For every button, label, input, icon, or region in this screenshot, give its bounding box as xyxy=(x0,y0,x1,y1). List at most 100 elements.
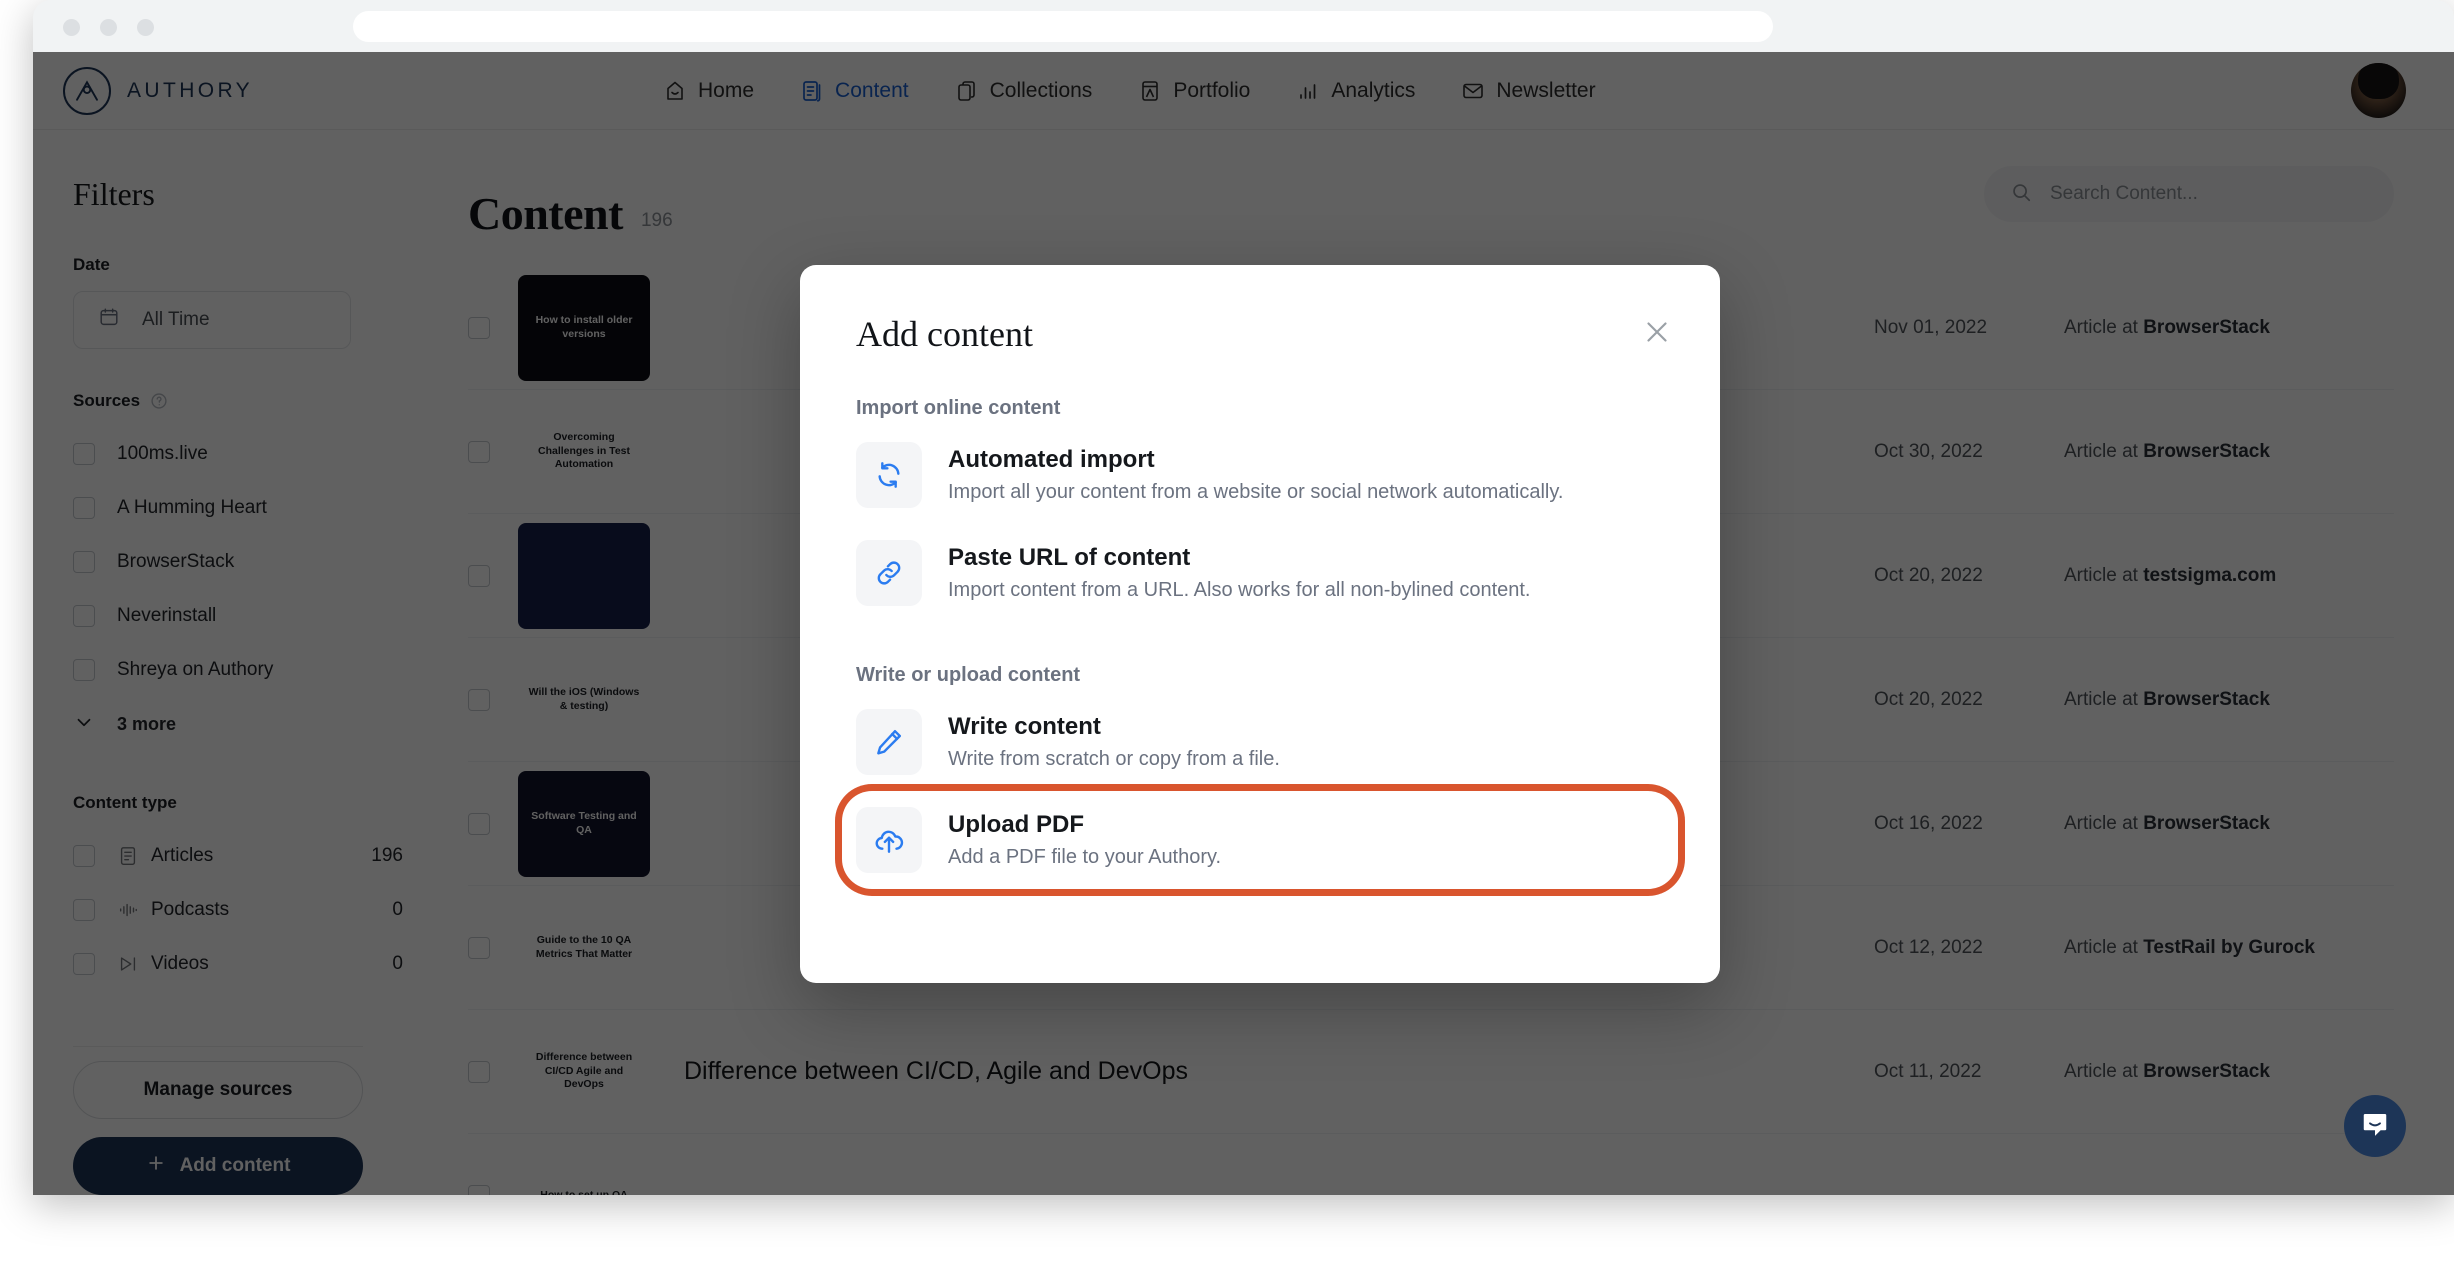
content-thumbnail: How to install older versions xyxy=(518,274,650,381)
content-type-label: Podcasts xyxy=(151,899,230,920)
checkbox[interactable] xyxy=(73,899,95,921)
content-thumbnail: How to set up QA xyxy=(518,1142,650,1195)
page-title: Content xyxy=(468,188,623,239)
option-description: Import content from a URL. Also works fo… xyxy=(948,579,1531,601)
chevron-down-icon xyxy=(73,711,95,738)
browser-window: AUTHORY Home Content Collections Portfol… xyxy=(33,0,2454,1195)
source-filter-item[interactable]: Shreya on Authory xyxy=(73,643,403,697)
row-title: Difference between CI/CD, Agile and DevO… xyxy=(684,1057,1188,1085)
option-description: Add a PDF file to your Authory. xyxy=(948,846,1222,868)
row-date: Oct 16, 2022 xyxy=(1874,812,1983,834)
option-paste-url[interactable]: Paste URL of content Import content from… xyxy=(842,524,1678,622)
browser-url-bar[interactable] xyxy=(353,11,1773,42)
content-count-badge: 196 xyxy=(640,210,673,231)
search-icon xyxy=(2010,181,2032,208)
row-date: Oct 11, 2022 xyxy=(1874,1060,1982,1082)
checkbox[interactable] xyxy=(73,659,95,681)
checkbox[interactable] xyxy=(73,605,95,627)
content-type-filter-label: Content type xyxy=(73,793,177,812)
intercom-chat-launcher[interactable] xyxy=(2344,1095,2406,1157)
option-upload-pdf[interactable]: Upload PDF Add a PDF file to your Author… xyxy=(842,791,1678,889)
date-range-select[interactable]: All Time xyxy=(73,291,351,349)
add-content-button[interactable]: Add content xyxy=(73,1137,363,1195)
nav-item-collections[interactable]: Collections xyxy=(955,79,1092,103)
date-filter-label: Date xyxy=(73,255,110,274)
checkbox[interactable] xyxy=(73,845,95,867)
video-icon xyxy=(117,953,139,975)
section-label-write-upload: Write or upload content xyxy=(856,664,1081,686)
option-description: Write from scratch or copy from a file. xyxy=(948,748,1280,770)
content-type-item-videos[interactable]: Videos 0 xyxy=(73,937,403,991)
search-content-box[interactable] xyxy=(1984,166,2394,222)
option-description: Import all your content from a website o… xyxy=(948,481,1564,503)
sources-filter-label: Sources xyxy=(73,391,403,411)
source-filter-item[interactable]: Neverinstall xyxy=(73,589,403,643)
option-automated-import[interactable]: Automated import Import all your content… xyxy=(842,426,1678,524)
row-source: Article at BrowserStack xyxy=(2064,812,2270,834)
row-checkbox[interactable] xyxy=(468,564,490,587)
row-checkbox[interactable] xyxy=(468,936,490,959)
content-icon xyxy=(800,79,824,103)
search-input[interactable] xyxy=(2050,183,2350,205)
brand-name: AUTHORY xyxy=(127,78,254,102)
content-thumbnail: Will the iOS (Windows & testing) xyxy=(518,646,650,753)
manage-sources-button[interactable]: Manage sources xyxy=(73,1061,363,1119)
option-text-block: Automated import Import all your content… xyxy=(948,446,1563,504)
authory-logo-icon xyxy=(63,66,111,115)
newsletter-icon xyxy=(1461,79,1485,103)
calendar-icon xyxy=(98,306,120,334)
user-avatar[interactable] xyxy=(2351,63,2406,118)
content-type-item-podcasts[interactable]: Podcasts 0 xyxy=(73,883,403,937)
source-filter-item[interactable]: BrowserStack xyxy=(73,535,403,589)
browser-chrome-bar xyxy=(33,0,2454,52)
source-filter-item[interactable]: A Humming Heart xyxy=(73,481,403,535)
nav-item-analytics[interactable]: Analytics xyxy=(1296,79,1415,103)
content-header: Content 196 xyxy=(468,166,2394,240)
row-checkbox[interactable] xyxy=(468,440,490,463)
date-range-value: All Time xyxy=(142,309,210,330)
source-label: BrowserStack xyxy=(117,551,235,572)
row-date: Oct 20, 2022 xyxy=(1874,688,1983,710)
row-checkbox[interactable] xyxy=(468,1060,490,1083)
nav-item-home[interactable]: Home xyxy=(663,79,754,103)
row-source: Article at BrowserStack xyxy=(2064,1060,2270,1082)
table-row[interactable]: Difference between CI/CD Agile and DevOp… xyxy=(468,1010,2394,1134)
close-icon[interactable] xyxy=(1640,315,1674,349)
source-filter-item[interactable]: 100ms.live xyxy=(73,427,403,481)
row-checkbox[interactable] xyxy=(468,812,490,835)
row-source: Article at testsigma.com xyxy=(2064,564,2277,586)
checkbox[interactable] xyxy=(73,497,95,519)
show-more-sources-button[interactable]: 3 more xyxy=(73,697,403,751)
nav-label: Home xyxy=(698,78,755,102)
row-source: Article at BrowserStack xyxy=(2064,440,2270,462)
nav-label: Portfolio xyxy=(1173,78,1251,102)
option-write-content[interactable]: Write content Write from scratch or copy… xyxy=(842,693,1678,791)
nav-item-content[interactable]: Content xyxy=(800,79,909,103)
row-checkbox[interactable] xyxy=(468,1184,490,1195)
link-chain-icon xyxy=(856,540,922,606)
content-thumbnail xyxy=(518,522,650,629)
content-type-count: 196 xyxy=(371,845,403,866)
nav-item-newsletter[interactable]: Newsletter xyxy=(1461,79,1596,103)
content-thumbnail: Overcoming Challenges in Test Automation xyxy=(518,398,650,505)
row-checkbox[interactable] xyxy=(468,688,490,711)
window-minimize-button[interactable] xyxy=(100,19,117,36)
source-label: A Humming Heart xyxy=(117,497,267,518)
pencil-icon xyxy=(856,709,922,775)
help-circle-icon[interactable] xyxy=(150,392,168,410)
show-more-label: 3 more xyxy=(117,713,177,734)
option-title: Automated import xyxy=(948,446,1155,473)
brand-logo[interactable]: AUTHORY xyxy=(63,66,254,115)
window-close-button[interactable] xyxy=(63,19,80,36)
checkbox[interactable] xyxy=(73,953,95,975)
nav-label: Analytics xyxy=(1331,78,1416,102)
content-type-item-articles[interactable]: Articles 196 xyxy=(73,829,403,883)
filters-title: Filters xyxy=(73,176,155,212)
checkbox[interactable] xyxy=(73,551,95,573)
checkbox[interactable] xyxy=(73,443,95,465)
row-checkbox[interactable] xyxy=(468,316,490,339)
window-maximize-button[interactable] xyxy=(137,19,154,36)
nav-item-portfolio[interactable]: Portfolio xyxy=(1138,79,1250,103)
content-type-count: 0 xyxy=(392,899,403,920)
table-row[interactable]: How to set up QA xyxy=(468,1134,2394,1195)
